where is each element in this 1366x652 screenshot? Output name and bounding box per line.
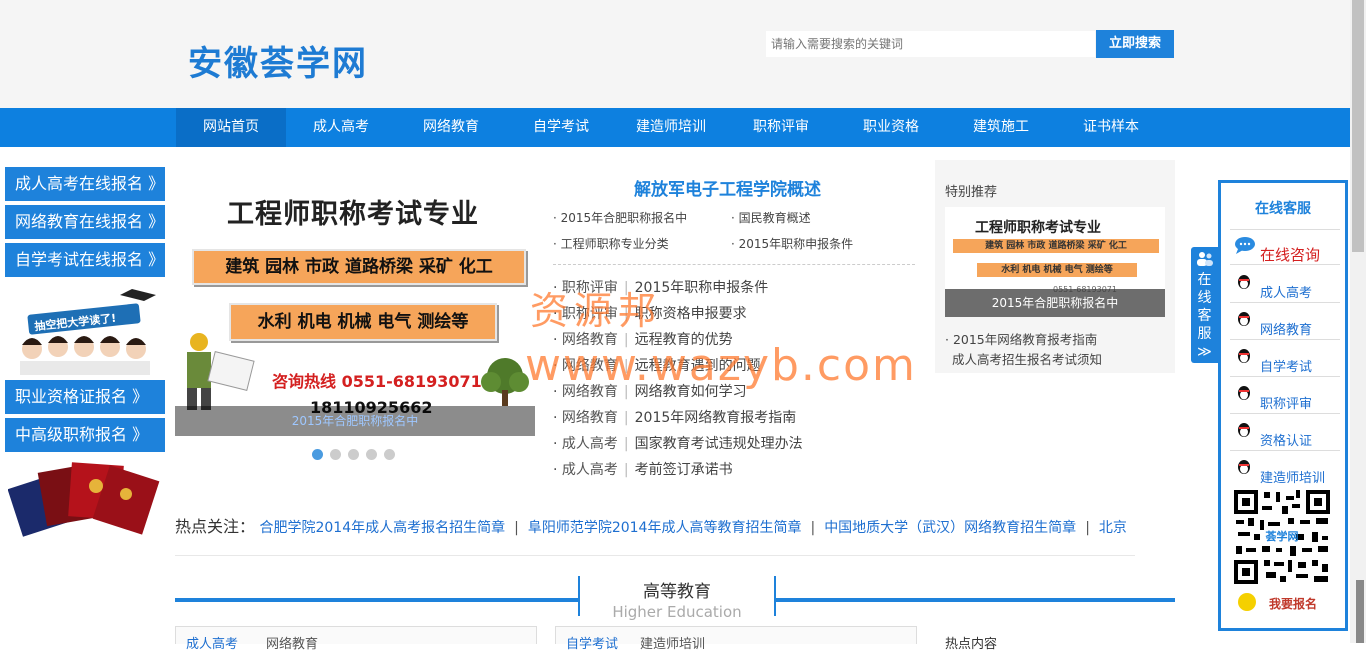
cs-consult-link[interactable]: 在线咨询 bbox=[1260, 244, 1320, 265]
news-headline[interactable]: 解放军电子工程学院概述 bbox=[634, 175, 821, 200]
search-button[interactable]: 立即搜索 bbox=[1096, 30, 1174, 58]
cs-item-builder-training[interactable]: 建造师培训 bbox=[1260, 467, 1325, 486]
recommend-title: 特别推荐 bbox=[945, 185, 998, 200]
qq-penguin-icon bbox=[1238, 460, 1250, 474]
hot-topics-label: 热点关注： bbox=[175, 517, 256, 536]
nav-cert-sample[interactable]: 证书样本 bbox=[1056, 108, 1166, 147]
hot-topics: 热点关注： 合肥学院2014年成人高考报名招生简章 | 阜阳师范学院2014年成人高… bbox=[175, 517, 1127, 536]
recommend-image-tag-1: 建筑 园林 市政 道路桥梁 采矿 化工 bbox=[953, 239, 1159, 253]
smile-icon bbox=[1238, 593, 1256, 611]
news-top-link[interactable]: · 2015年合肥职称报名中 bbox=[553, 209, 687, 226]
recommend-item[interactable]: 成人高考招生报名考试须知 bbox=[952, 349, 1102, 368]
nav-builder-training[interactable]: 建造师培训 bbox=[616, 108, 726, 147]
slide-dot-1[interactable] bbox=[312, 449, 323, 460]
qr-code: 荟学网 bbox=[1232, 488, 1332, 586]
nav-qualification[interactable]: 职业资格 bbox=[836, 108, 946, 147]
cs-item-online-edu[interactable]: 网络教育 bbox=[1260, 319, 1312, 338]
cs-item-title-review[interactable]: 职称评审 bbox=[1260, 393, 1312, 412]
certificates-image[interactable] bbox=[7, 458, 162, 550]
self-study-signup-button[interactable]: 自学考试在线报名 》 bbox=[5, 243, 165, 277]
section-rule-right bbox=[772, 598, 1175, 602]
cs-divider bbox=[1230, 302, 1340, 303]
section-subtitle: Higher Education bbox=[612, 603, 742, 621]
news-item[interactable]: · 成人高考 | 考前签订承诺书 bbox=[553, 459, 733, 479]
qr-label: 荟学网 bbox=[1265, 529, 1299, 543]
news-top-link[interactable]: · 国民教育概述 bbox=[731, 209, 811, 226]
search-input[interactable] bbox=[766, 31, 1095, 57]
chat-bubble-icon bbox=[1235, 237, 1255, 254]
hot-divider bbox=[175, 555, 1135, 556]
cs-item-adult-exam[interactable]: 成人高考 bbox=[1260, 282, 1312, 301]
signup-link[interactable]: 我要报名 bbox=[1269, 595, 1317, 612]
cs-divider bbox=[1230, 413, 1340, 414]
hot-link[interactable]: 合肥学院2014年成人高考报名招生简章 bbox=[259, 520, 505, 536]
nav-construction[interactable]: 建筑施工 bbox=[946, 108, 1056, 147]
cs-divider bbox=[1230, 450, 1340, 451]
slide-dot-2[interactable] bbox=[330, 449, 341, 460]
cs-divider bbox=[1230, 229, 1340, 230]
study-promo-image[interactable]: 抽空把大学读了! bbox=[10, 285, 160, 375]
cs-divider bbox=[1230, 339, 1340, 340]
qq-penguin-icon bbox=[1238, 275, 1250, 289]
users-icon bbox=[1196, 252, 1213, 266]
nav-home[interactable]: 网站首页 bbox=[176, 108, 286, 147]
section-title-box: 高等教育 Higher Education bbox=[578, 576, 776, 621]
recommend-image-tag-2: 水利 机电 机械 电气 测绘等 bbox=[977, 263, 1137, 277]
scrollbar-thumb-lower bbox=[1356, 580, 1364, 643]
main-nav: 网站首页 成人高考 网络教育 自学考试 建造师培训 职称评审 职业资格 建筑施工… bbox=[0, 108, 1350, 147]
cs-divider bbox=[1230, 376, 1340, 377]
qualification-signup-button[interactable]: 职业资格证报名 》 bbox=[5, 380, 165, 414]
slide-dot-5[interactable] bbox=[384, 449, 395, 460]
qq-penguin-icon bbox=[1238, 386, 1250, 400]
nav-adult-exam[interactable]: 成人高考 bbox=[286, 108, 396, 147]
recommend-image-title: 工程师职称考试专业 bbox=[975, 220, 1101, 236]
recommend-caption[interactable]: 2015年合肥职称报名中 bbox=[945, 289, 1165, 317]
nav-title-review[interactable]: 职称评审 bbox=[726, 108, 836, 147]
section-rule-left bbox=[175, 598, 578, 602]
hot-link[interactable]: 北京 bbox=[1099, 520, 1127, 536]
recommend-image[interactable]: 工程师职称考试专业 建筑 园林 市政 道路桥梁 采矿 化工 水利 机电 机械 电… bbox=[945, 207, 1165, 317]
online-service-tab[interactable]: 在线客服 ≫ bbox=[1191, 247, 1218, 363]
scrollbar-thumb[interactable] bbox=[1352, 0, 1364, 252]
banner-caption[interactable]: 2015年合肥职称报名中 bbox=[175, 406, 535, 436]
news-divider bbox=[553, 264, 915, 265]
slide-dot-4[interactable] bbox=[366, 449, 377, 460]
cs-title: 在线客服 bbox=[1255, 201, 1311, 217]
hot-link[interactable]: 阜阳师范学院2014年成人高等教育招生简章 bbox=[528, 520, 802, 536]
qq-penguin-icon bbox=[1238, 423, 1250, 437]
online-edu-signup-button[interactable]: 网络教育在线报名 》 bbox=[5, 205, 165, 239]
qq-penguin-icon bbox=[1238, 312, 1250, 326]
senior-title-signup-button[interactable]: 中高级职称报名 》 bbox=[5, 418, 165, 452]
watermark-cn: 资源邦 bbox=[530, 289, 663, 333]
cs-item-self-study[interactable]: 自学考试 bbox=[1260, 356, 1312, 375]
qq-penguin-icon bbox=[1238, 349, 1250, 363]
hot-link[interactable]: 中国地质大学（武汉）网络教育招生简章 bbox=[824, 520, 1076, 536]
slide-dot-3[interactable] bbox=[348, 449, 359, 460]
banner-tag-majors-1: 建筑 园林 市政 道路桥梁 采矿 化工 bbox=[192, 249, 526, 285]
news-top-link[interactable]: · 2015年职称申报条件 bbox=[731, 235, 853, 252]
site-logo[interactable]: 安徽荟学网 bbox=[188, 36, 368, 85]
banner-tag-majors-2: 水利 机电 机械 电气 测绘等 bbox=[229, 303, 497, 341]
recommend-item[interactable]: · 2015年网络教育报考指南 bbox=[945, 329, 1097, 348]
adult-exam-signup-button[interactable]: 成人高考在线报名 》 bbox=[5, 167, 165, 201]
news-top-link[interactable]: · 工程师职称专业分类 bbox=[553, 235, 669, 252]
section-title: 高等教育 bbox=[643, 582, 711, 602]
nav-self-study[interactable]: 自学考试 bbox=[506, 108, 616, 147]
engineer-figure bbox=[187, 333, 255, 410]
news-item[interactable]: · 成人高考 | 国家教育考试违规处理办法 bbox=[553, 433, 803, 453]
nav-online-edu[interactable]: 网络教育 bbox=[396, 108, 506, 147]
news-item[interactable]: · 网络教育 | 2015年网络教育报考指南 bbox=[553, 407, 796, 427]
cs-divider bbox=[1230, 264, 1340, 265]
banner-hotline: 咨询热线 0551-68193071 bbox=[272, 372, 482, 391]
cs-item-qualification[interactable]: 资格认证 bbox=[1260, 430, 1312, 449]
hero-banner[interactable]: 工程师职称考试专业 建筑 园林 市政 道路桥梁 采矿 化工 水利 机电 机械 电… bbox=[175, 160, 535, 436]
chevron-right-icon: ≫ bbox=[1197, 344, 1212, 360]
banner-title: 工程师职称考试专业 bbox=[227, 199, 479, 230]
watermark-url: www.wazyb.com bbox=[525, 340, 917, 391]
